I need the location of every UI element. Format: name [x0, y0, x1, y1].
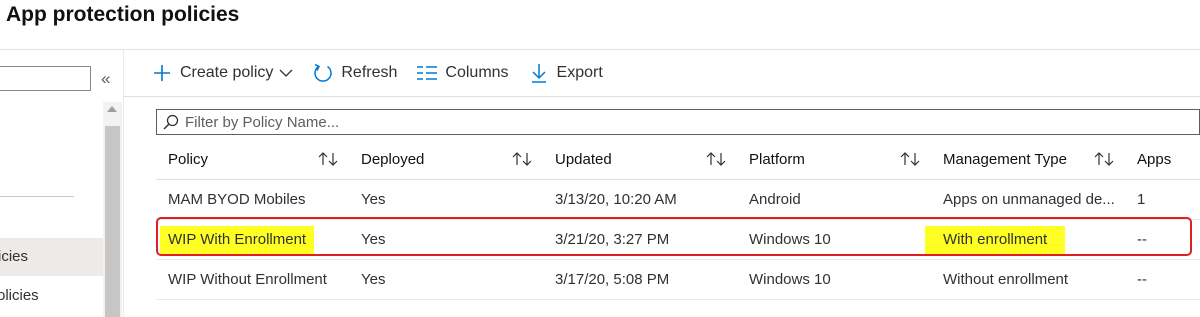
columns-label: Columns: [445, 64, 509, 81]
sort-icon[interactable]: [512, 151, 532, 167]
nav-item-label: olicies: [0, 287, 39, 304]
cell-deployed: Yes: [361, 231, 386, 248]
policies-table: Policy Deployed Updated Platform Managem…: [156, 140, 1200, 300]
table-row[interactable]: WIP With Enrollment Yes 3/21/20, 3:27 PM…: [156, 220, 1200, 260]
columns-button[interactable]: Columns: [415, 61, 509, 85]
cell-policy[interactable]: WIP With Enrollment: [160, 220, 315, 259]
filter-box: [156, 109, 1200, 135]
sort-icon[interactable]: [1094, 151, 1114, 167]
cell-platform: Windows 10: [749, 231, 831, 248]
table-row[interactable]: MAM BYOD Mobiles Yes 3/13/20, 10:20 AM A…: [156, 180, 1200, 220]
column-header-platform[interactable]: Platform: [749, 140, 805, 179]
cell-updated: 3/21/20, 3:27 PM: [555, 231, 670, 248]
refresh-icon: [311, 61, 335, 85]
cell-updated: 3/13/20, 10:20 AM: [555, 191, 677, 208]
refresh-button[interactable]: Refresh: [311, 61, 397, 85]
collapse-nav-button[interactable]: «: [101, 69, 110, 89]
search-icon: [163, 114, 179, 130]
page-title: App protection policies: [6, 3, 240, 26]
nav-divider: [0, 196, 74, 197]
cell-deployed: Yes: [361, 271, 386, 288]
column-header-management-type[interactable]: Management Type: [943, 140, 1067, 179]
filter-input[interactable]: [185, 113, 1085, 131]
download-icon: [527, 61, 551, 85]
cell-management-type: With enrollment: [925, 220, 1066, 259]
sort-icon[interactable]: [318, 151, 338, 167]
nav-item-2[interactable]: olicies: [0, 277, 103, 315]
columns-icon: [415, 61, 439, 85]
title-divider: [0, 49, 1200, 50]
cell-policy[interactable]: MAM BYOD Mobiles: [168, 180, 306, 219]
scrollbar-thumb[interactable]: [105, 126, 120, 317]
nav-border: [123, 50, 124, 317]
create-policy-button[interactable]: Create policy: [150, 61, 293, 85]
cell-platform: Android: [749, 191, 801, 208]
column-header-deployed[interactable]: Deployed: [361, 140, 424, 179]
cell-apps: --: [1137, 271, 1147, 288]
refresh-label: Refresh: [341, 64, 398, 81]
toolbar-divider: [124, 96, 1200, 97]
nav-item-label: icies: [0, 248, 29, 265]
nav-search-input[interactable]: [0, 66, 91, 91]
left-nav: « icies olicies: [0, 50, 123, 317]
toolbar: Create policy Refresh Columns Export: [150, 58, 621, 88]
export-label: Export: [556, 64, 603, 81]
sort-icon[interactable]: [900, 151, 920, 167]
column-header-updated[interactable]: Updated: [555, 140, 612, 179]
export-button[interactable]: Export: [527, 61, 603, 85]
column-header-policy[interactable]: Policy: [168, 140, 208, 179]
create-policy-label: Create policy: [180, 64, 274, 81]
highlighted-text: With enrollment: [925, 226, 1066, 254]
cell-management-type: Apps on unmanaged de...: [943, 191, 1115, 208]
table-row[interactable]: WIP Without Enrollment Yes 3/17/20, 5:08…: [156, 260, 1200, 300]
plus-icon: [150, 61, 174, 85]
cell-policy[interactable]: WIP Without Enrollment: [168, 260, 327, 299]
nav-item-1[interactable]: icies: [0, 238, 103, 276]
sort-icon[interactable]: [706, 151, 726, 167]
scroll-up-arrow-icon[interactable]: [107, 106, 117, 112]
cell-management-type: Without enrollment: [943, 271, 1069, 288]
cell-apps: --: [1137, 231, 1147, 248]
table-header-row: Policy Deployed Updated Platform Managem…: [156, 140, 1200, 180]
cell-deployed: Yes: [361, 191, 386, 208]
cell-updated: 3/17/20, 5:08 PM: [555, 271, 670, 288]
highlighted-text: WIP With Enrollment: [160, 226, 315, 254]
cell-apps: 1: [1137, 191, 1146, 208]
nav-scrollbar[interactable]: [103, 102, 122, 317]
chevron-down-icon: [279, 68, 293, 78]
column-header-apps[interactable]: Apps: [1137, 140, 1171, 179]
cell-platform: Windows 10: [749, 271, 831, 288]
